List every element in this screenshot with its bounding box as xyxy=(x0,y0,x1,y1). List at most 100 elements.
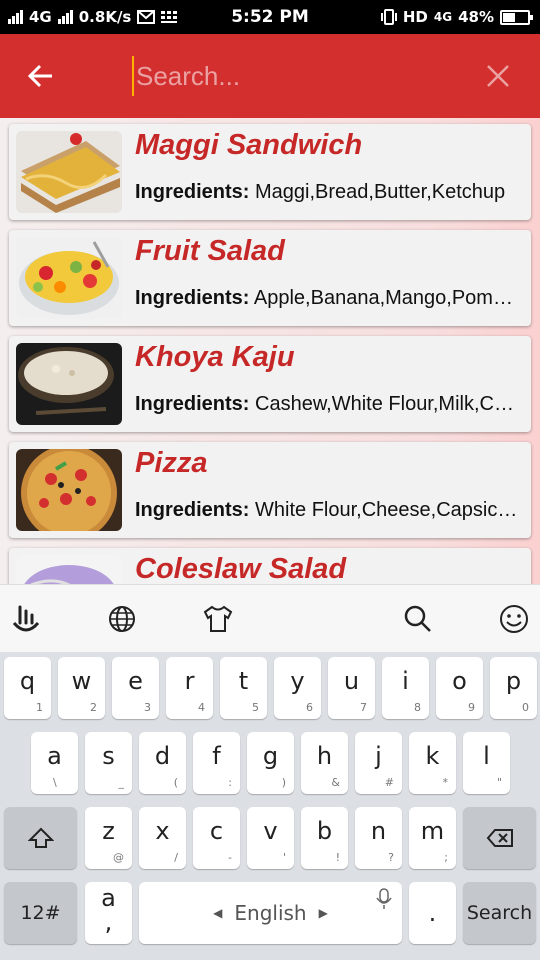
backspace-key[interactable] xyxy=(463,807,536,869)
key-sub: 0 xyxy=(522,701,529,714)
search-icon xyxy=(404,605,431,632)
space-key[interactable]: ◀ English ▶ xyxy=(139,882,402,944)
shift-key[interactable] xyxy=(4,807,77,869)
key-p[interactable]: p0 xyxy=(490,657,537,719)
key-main: v xyxy=(263,817,278,845)
key-sub: 6 xyxy=(306,701,313,714)
recipe-card-maggi-sandwich[interactable]: Maggi Sandwich Ingredients: Maggi,Bread,… xyxy=(9,124,531,220)
key-e[interactable]: e3 xyxy=(112,657,159,719)
key-z[interactable]: z @ xyxy=(85,807,132,869)
key-v[interactable]: v ' xyxy=(247,807,294,869)
key-q[interactable]: q1 xyxy=(4,657,51,719)
ingredients-label: Ingredients: xyxy=(135,181,250,203)
smiley-icon xyxy=(500,605,528,633)
recipe-card-pizza[interactable]: Pizza Ingredients: White Flour,Cheese,Ca… xyxy=(9,442,531,538)
recipe-card-coleslaw-salad[interactable]: Coleslaw Salad xyxy=(9,548,531,584)
key-sub: 5 xyxy=(252,701,259,714)
search-action-key[interactable]: Search xyxy=(463,882,536,944)
key-f[interactable]: f: xyxy=(193,732,240,794)
key-main: d xyxy=(154,742,171,770)
status-bar: 4G 0.8K/s 5:52 PM HD 4G 48% xyxy=(0,0,540,34)
key-y[interactable]: y6 xyxy=(274,657,321,719)
ingredients-value: Cashew,White Flour,Milk,Curd xyxy=(255,393,521,415)
key-sub: ) xyxy=(281,776,286,789)
key-k[interactable]: k * xyxy=(409,732,456,794)
key-h[interactable]: h & xyxy=(301,732,348,794)
period-key[interactable]: . xyxy=(409,882,456,944)
key-w[interactable]: w2 xyxy=(58,657,105,719)
key-a[interactable]: a \ xyxy=(31,732,78,794)
recipe-card-khoya-kaju[interactable]: Khoya Kaju Ingredients: Cashew,White Flo… xyxy=(9,336,531,432)
recipe-title: Fruit Salad xyxy=(135,235,285,267)
key-main: s xyxy=(102,742,115,770)
period-label: . xyxy=(428,899,437,927)
key-c[interactable]: c- xyxy=(193,807,240,869)
ingredients-value: Apple,Banana,Mango,Pomegranate xyxy=(253,287,521,309)
key-sub: - xyxy=(228,851,232,864)
key-main: i xyxy=(402,667,409,695)
search-input[interactable] xyxy=(132,56,452,96)
search-toolbar xyxy=(0,34,540,118)
backspace-icon xyxy=(486,829,513,847)
recipe-title: Pizza xyxy=(135,447,208,479)
key-o[interactable]: o9 xyxy=(436,657,483,719)
key-main: g xyxy=(262,742,279,770)
key-sub: & xyxy=(331,776,340,789)
touchpal-logo-icon xyxy=(12,605,40,632)
key-sub: : xyxy=(228,776,232,789)
key-main: e xyxy=(128,667,143,695)
numbers-key[interactable]: 12# xyxy=(4,882,77,944)
key-sub: \ xyxy=(53,776,57,789)
key-main: y xyxy=(290,667,305,695)
key-sub: , xyxy=(104,908,113,936)
language-button[interactable] xyxy=(102,599,142,639)
keyboard-logo-button[interactable] xyxy=(6,599,46,639)
key-sub: ' xyxy=(282,851,286,864)
ingredients-value: Maggi,Bread,Butter,Ketchup xyxy=(255,181,506,203)
key-j[interactable]: j # xyxy=(355,732,402,794)
key-main: l xyxy=(483,742,490,770)
clear-search-button[interactable] xyxy=(478,56,518,96)
back-button[interactable] xyxy=(16,54,66,98)
key-main: o xyxy=(452,667,467,695)
network-type-2-label: 4G xyxy=(433,10,453,24)
recipe-card-fruit-salad[interactable]: Fruit Salad Ingredients: Apple,Banana,Ma… xyxy=(9,230,531,326)
key-sub: 1 xyxy=(36,701,43,714)
tshirt-icon xyxy=(203,605,233,632)
battery-icon xyxy=(500,9,533,25)
key-main: b xyxy=(316,817,333,845)
key-x[interactable]: x / xyxy=(139,807,186,869)
key-u[interactable]: u7 xyxy=(328,657,375,719)
key-b[interactable]: b! xyxy=(301,807,348,869)
punctuation-key[interactable]: a , xyxy=(85,882,132,944)
key-m[interactable]: m; xyxy=(409,807,456,869)
key-d[interactable]: d( xyxy=(139,732,186,794)
microphone-icon xyxy=(376,888,392,909)
key-n[interactable]: n? xyxy=(355,807,402,869)
globe-icon xyxy=(109,606,135,632)
recipe-image-maggi-sandwich xyxy=(16,131,122,213)
status-right: HD 4G 48% xyxy=(380,0,533,34)
key-main: q xyxy=(19,667,36,695)
key-g[interactable]: g) xyxy=(247,732,294,794)
emoji-button[interactable] xyxy=(494,599,534,639)
key-s[interactable]: s _ xyxy=(85,732,132,794)
ingredients-label: Ingredients: xyxy=(135,499,250,521)
key-sub: ! xyxy=(335,851,340,864)
arrow-left-icon xyxy=(28,64,52,88)
keyboard-search-button[interactable] xyxy=(398,599,438,639)
key-main: m xyxy=(420,817,445,845)
key-main: n xyxy=(370,817,387,845)
ingredients-value: White Flour,Cheese,Capsicum xyxy=(255,499,521,521)
key-t[interactable]: t5 xyxy=(220,657,267,719)
key-i[interactable]: i8 xyxy=(382,657,429,719)
key-l[interactable]: l " xyxy=(463,732,510,794)
key-main: z xyxy=(102,817,115,845)
key-main: u xyxy=(343,667,360,695)
key-main: f xyxy=(212,742,221,770)
key-sub: # xyxy=(384,776,394,789)
key-main: x xyxy=(155,817,170,845)
theme-button[interactable] xyxy=(198,599,238,639)
key-r[interactable]: r4 xyxy=(166,657,213,719)
key-main: w xyxy=(71,667,92,695)
